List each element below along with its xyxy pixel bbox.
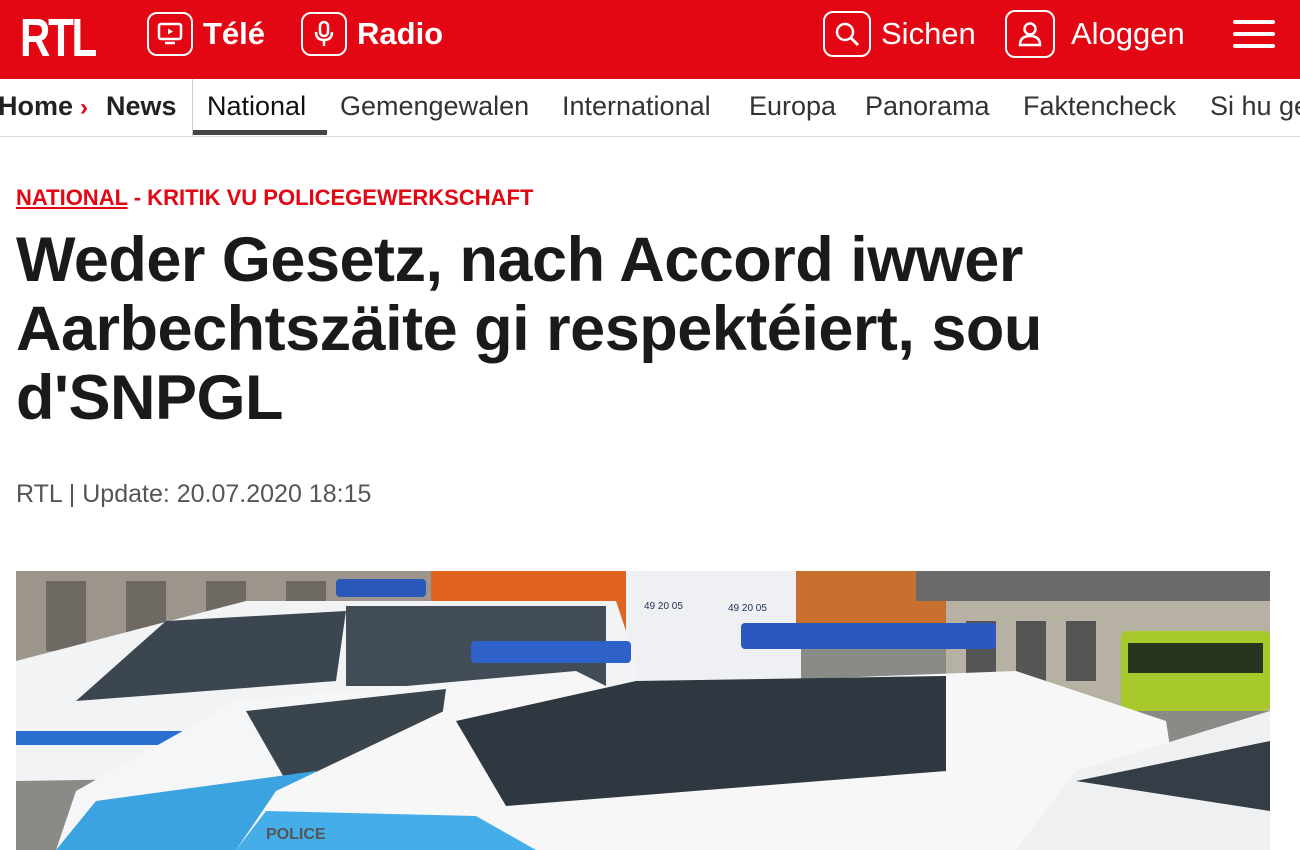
nav-divider [192, 79, 193, 136]
tv-icon [147, 12, 193, 56]
svg-text:49 20 05: 49 20 05 [644, 601, 683, 612]
active-tab-indicator [193, 130, 327, 135]
tele-link[interactable]: Télé [147, 10, 265, 58]
article-kicker: NATIONAL - KRITIK VU POLICEGEWERKSCHAFT [16, 185, 533, 211]
category-link[interactable]: NATIONAL [16, 185, 128, 210]
rtl-logo[interactable]: RTL [20, 10, 97, 66]
top-bar: RTL Télé Radio Sichen Aloggen [0, 0, 1300, 79]
search-icon [823, 11, 871, 57]
nav-item-international[interactable]: International [562, 91, 711, 122]
nav-item-europa[interactable]: Europa [749, 91, 836, 122]
search-button[interactable]: Sichen [823, 10, 976, 58]
section-nav: Home › News National Gemengewalen Intern… [0, 79, 1300, 137]
article-photo: 49 20 05 49 20 05 POLICE [16, 571, 1270, 850]
breadcrumb-home[interactable]: Home [0, 91, 73, 122]
police-cars-image: 49 20 05 49 20 05 POLICE [16, 571, 1270, 850]
nav-item-gemengewalen[interactable]: Gemengewalen [340, 91, 529, 122]
nav-item-si-hu-ge[interactable]: Si hu ge [1210, 91, 1300, 122]
chevron-right-icon: › [80, 94, 88, 121]
article-meta: RTL | Update: 20.07.2020 18:15 [16, 480, 372, 508]
login-button[interactable]: Aloggen [1005, 10, 1185, 58]
svg-text:49 20 05: 49 20 05 [728, 603, 767, 614]
user-icon [1005, 10, 1055, 58]
nav-item-faktencheck[interactable]: Faktencheck [1023, 91, 1176, 122]
nav-item-panorama[interactable]: Panorama [865, 91, 990, 122]
menu-icon[interactable] [1233, 20, 1275, 50]
radio-link[interactable]: Radio [301, 10, 443, 58]
login-label: Aloggen [1071, 16, 1185, 51]
tele-label: Télé [203, 16, 266, 51]
svg-text:POLICE: POLICE [266, 826, 326, 843]
nav-item-national[interactable]: National [207, 91, 306, 122]
radio-label: Radio [357, 16, 444, 51]
search-label: Sichen [881, 16, 976, 51]
microphone-icon [301, 12, 347, 56]
kicker-text: - KRITIK VU POLICEGEWERKSCHAFT [127, 185, 534, 210]
article-headline: Weder Gesetz, nach Accord iwwer Aarbecht… [16, 225, 1042, 433]
breadcrumb-news[interactable]: News [106, 91, 177, 122]
